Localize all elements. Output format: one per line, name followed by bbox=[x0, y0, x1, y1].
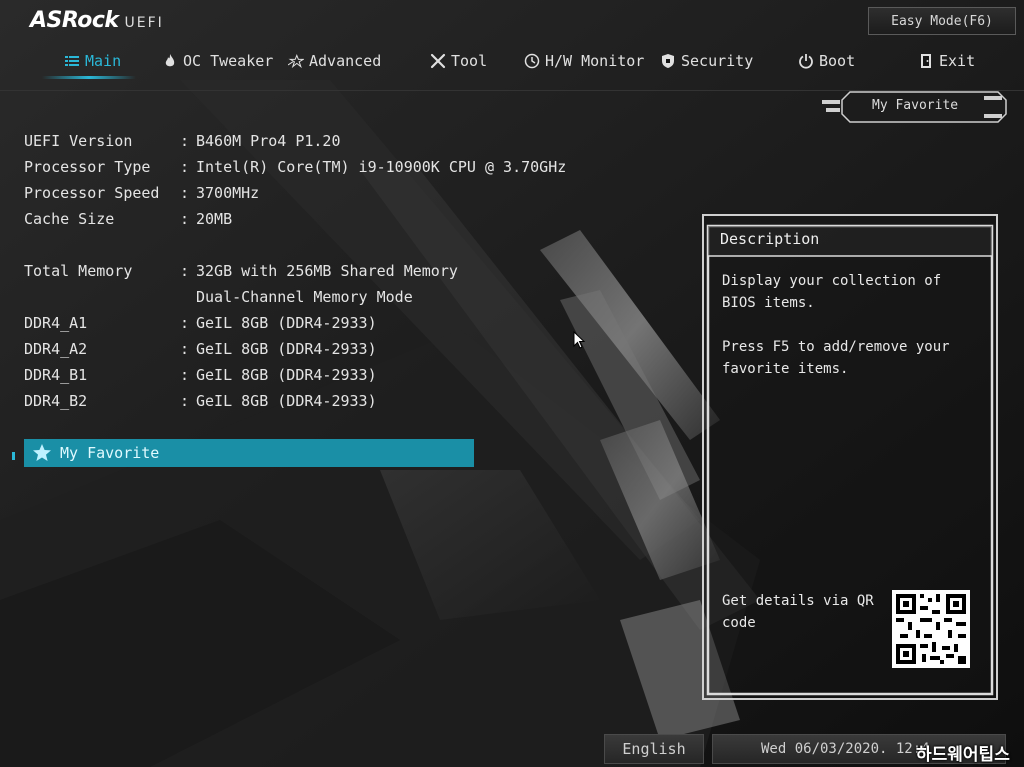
tab-security[interactable]: Security bbox=[660, 48, 753, 74]
flame-icon bbox=[165, 54, 175, 67]
info-value: 20MB bbox=[196, 210, 233, 228]
active-tab-indicator bbox=[42, 76, 136, 79]
info-label: Cache Size bbox=[24, 210, 115, 228]
tab-exit-label: Exit bbox=[939, 52, 976, 70]
info-separator: : bbox=[180, 184, 190, 202]
language-button[interactable]: English bbox=[604, 734, 704, 764]
tab-boot-label: Boot bbox=[819, 52, 856, 70]
info-separator: : bbox=[180, 314, 190, 332]
info-value: GeIL 8GB (DDR4-2933) bbox=[196, 314, 377, 332]
brand-suffix: UEFI bbox=[124, 15, 164, 31]
info-value: Dual-Channel Memory Mode bbox=[196, 288, 413, 306]
info-value: 32GB with 256MB Shared Memory bbox=[196, 262, 458, 280]
info-separator: : bbox=[180, 262, 190, 280]
star-icon bbox=[33, 444, 51, 461]
info-separator: : bbox=[180, 210, 190, 228]
power-icon bbox=[799, 54, 813, 69]
info-label: DDR4_A2 bbox=[24, 340, 88, 358]
description-body: Display your collection of BIOS items. P… bbox=[722, 270, 982, 402]
info-value: GeIL 8GB (DDR4-2933) bbox=[196, 366, 377, 384]
tab-exit[interactable]: Exit bbox=[918, 48, 975, 74]
description-title: Description bbox=[720, 230, 820, 248]
info-value: 3700MHz bbox=[196, 184, 260, 202]
tab-main[interactable]: Main bbox=[64, 48, 121, 74]
tab-tool-label: Tool bbox=[451, 52, 488, 70]
info-label: Total Memory bbox=[24, 262, 133, 280]
info-value: GeIL 8GB (DDR4-2933) bbox=[196, 340, 377, 358]
info-label: DDR4_A1 bbox=[24, 314, 88, 332]
my-favorite-item-label: My Favorite bbox=[60, 444, 160, 462]
my-favorite-button[interactable]: My Favorite bbox=[820, 90, 1008, 124]
watermark-text: 하드웨어팁스 bbox=[916, 745, 1010, 765]
info-label: Processor Type bbox=[24, 158, 151, 176]
description-paragraph: Press F5 to add/remove your favorite ite… bbox=[722, 339, 950, 377]
star-icon bbox=[288, 53, 304, 69]
info-value: GeIL 8GB (DDR4-2933) bbox=[196, 392, 377, 410]
tab-oc-tweaker-label: OC Tweaker bbox=[183, 52, 274, 70]
main-nav: Main OC Tweaker Advanced Tool H/W Monito… bbox=[0, 48, 1024, 74]
info-separator: : bbox=[180, 366, 190, 384]
tab-advanced-label: Advanced bbox=[309, 52, 382, 70]
shield-icon bbox=[662, 54, 674, 68]
tab-security-label: Security bbox=[681, 52, 754, 70]
exit-door-icon bbox=[921, 54, 931, 68]
easy-mode-button[interactable]: Easy Mode(F6) bbox=[868, 7, 1016, 35]
info-value: B460M Pro4 P1.20 bbox=[196, 132, 341, 150]
info-separator: : bbox=[180, 340, 190, 358]
info-separator: : bbox=[180, 158, 190, 176]
tab-advanced[interactable]: Advanced bbox=[288, 48, 381, 74]
info-value: Intel(R) Core(TM) i9-10900K CPU @ 3.70GH… bbox=[196, 158, 567, 176]
brand-name: ASRock bbox=[30, 8, 119, 33]
tab-tool[interactable]: Tool bbox=[430, 48, 487, 74]
tab-main-label: Main bbox=[85, 52, 122, 70]
tab-boot[interactable]: Boot bbox=[798, 48, 855, 74]
mouse-cursor-icon bbox=[573, 331, 586, 349]
qr-label: Get details via QR code bbox=[722, 593, 874, 631]
asrock-logo: ASRock UEFI bbox=[30, 8, 164, 36]
tab-hw-monitor-label: H/W Monitor bbox=[545, 52, 645, 70]
qr-code-icon[interactable] bbox=[892, 590, 970, 668]
info-separator: : bbox=[180, 392, 190, 410]
tab-oc-tweaker[interactable]: OC Tweaker bbox=[162, 48, 273, 74]
info-label: UEFI Version bbox=[24, 132, 133, 150]
info-label: Processor Speed bbox=[24, 184, 160, 202]
my-favorite-button-label: My Favorite bbox=[872, 98, 959, 113]
monitor-icon bbox=[524, 53, 540, 69]
info-label: DDR4_B1 bbox=[24, 366, 88, 384]
tab-hw-monitor[interactable]: H/W Monitor bbox=[524, 48, 644, 74]
info-label: DDR4_B2 bbox=[24, 392, 88, 410]
my-favorite-item[interactable]: My Favorite bbox=[24, 439, 474, 467]
wrench-icon bbox=[430, 53, 446, 69]
list-icon bbox=[65, 56, 79, 66]
info-separator: : bbox=[180, 132, 190, 150]
description-paragraph: Display your collection of BIOS items. bbox=[722, 273, 942, 311]
selection-marker bbox=[12, 452, 15, 460]
